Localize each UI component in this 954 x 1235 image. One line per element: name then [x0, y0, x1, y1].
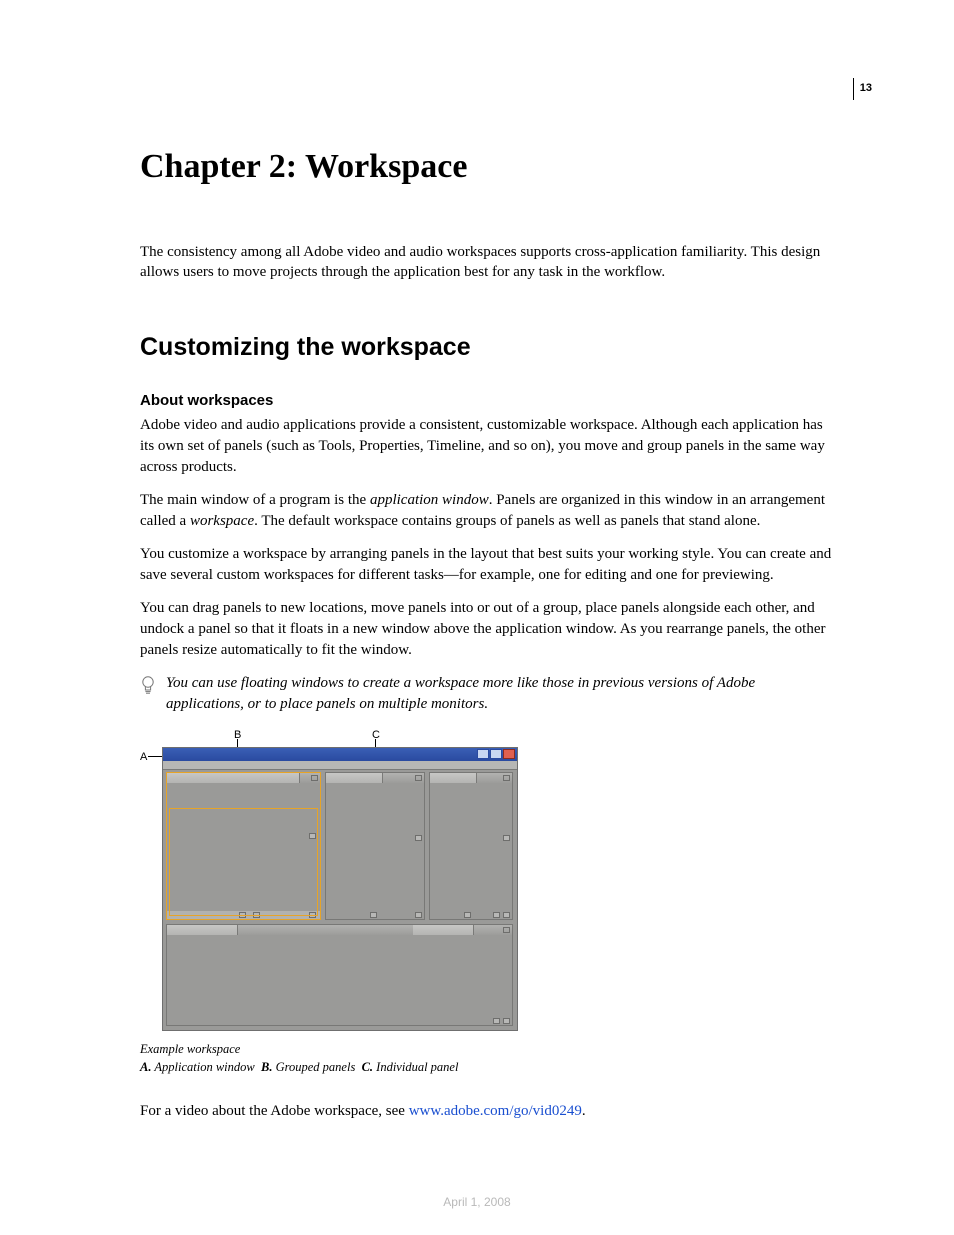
figure-window-buttons — [477, 749, 515, 759]
caption-val-b: Grouped panels — [276, 1060, 356, 1074]
chapter-title: Chapter 2: Workspace — [140, 148, 834, 186]
caption-key-a: A. — [140, 1060, 151, 1074]
italic-term-workspace: workspace — [190, 513, 254, 529]
minimize-icon — [477, 749, 489, 759]
subsection-heading: About workspaces — [140, 392, 834, 409]
italic-term-application-window: application window — [370, 492, 489, 508]
figure-individual-panel — [429, 772, 513, 920]
workspace-figure: A B C — [140, 729, 520, 1034]
footer-date: April 1, 2008 — [0, 1195, 954, 1209]
caption-key-c: C. — [362, 1060, 373, 1074]
figure-titlebar — [163, 748, 517, 761]
figure-app-window — [162, 747, 518, 1031]
figure-individual-panel — [325, 772, 425, 920]
body-paragraph-after-figure: For a video about the Adobe workspace, s… — [140, 1101, 834, 1122]
body-paragraph-1: Adobe video and audio applications provi… — [140, 415, 834, 478]
close-icon — [503, 749, 515, 759]
text-run: . — [582, 1103, 586, 1119]
callout-line — [148, 756, 162, 757]
figure-callout-label-a: A — [140, 751, 147, 763]
figure-caption-title: Example workspace — [140, 1042, 240, 1056]
text-run: The main window of a program is the — [140, 492, 370, 508]
body-paragraph-4: You can drag panels to new locations, mo… — [140, 598, 834, 661]
figure-grouped-panels — [166, 772, 321, 920]
caption-key-b: B. — [261, 1060, 272, 1074]
section-heading: Customizing the workspace — [140, 333, 834, 362]
figure-bottom-panel — [166, 924, 513, 1026]
page: 13 Chapter 2: Workspace The consistency … — [0, 0, 954, 1235]
caption-val-a: Application window — [154, 1060, 254, 1074]
tip-text: You can use floating windows to create a… — [166, 673, 834, 715]
text-run: For a video about the Adobe workspace, s… — [140, 1103, 409, 1119]
figure-caption: Example workspace A. Application window … — [140, 1040, 834, 1078]
text-run: . The default workspace contains groups … — [254, 513, 760, 529]
tip-row: You can use floating windows to create a… — [140, 673, 834, 715]
caption-val-c: Individual panel — [376, 1060, 458, 1074]
video-link[interactable]: www.adobe.com/go/vid0249 — [409, 1103, 582, 1119]
lightbulb-icon — [140, 675, 158, 702]
body-paragraph-3: You customize a workspace by arranging p… — [140, 544, 834, 586]
maximize-icon — [490, 749, 502, 759]
page-number: 13 — [853, 78, 872, 100]
chapter-intro: The consistency among all Adobe video an… — [140, 242, 834, 283]
figure-menubar — [163, 761, 517, 770]
figure-block: A B C — [140, 729, 834, 1078]
body-paragraph-2: The main window of a program is the appl… — [140, 490, 834, 532]
